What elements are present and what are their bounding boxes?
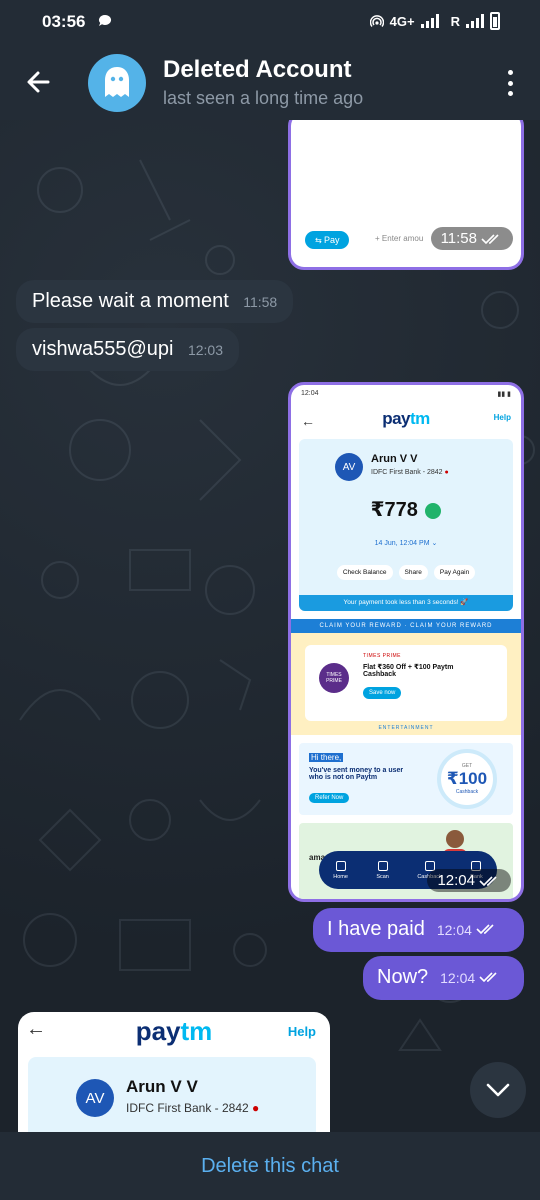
status-bar: 03:56 4G+ R: [0, 0, 540, 44]
screenshot-back-icon: ←: [301, 413, 315, 429]
offer-text: Flat ₹360 Off + ₹100 Paytm Cashback: [363, 664, 454, 678]
check-balance-chip: Check Balance: [336, 565, 393, 580]
more-options-icon[interactable]: [506, 70, 514, 96]
image-timestamp-2: 12:04: [427, 869, 511, 892]
message-time: 12:03: [187, 342, 223, 358]
message-time: 12:04: [440, 970, 476, 986]
image-message-3[interactable]: ← paytm Help AV Arun V V IDFC First Bank…: [18, 1012, 330, 1132]
chat-footer: Delete this chat: [0, 1132, 540, 1200]
pay-chip: ⇆ Pay: [305, 231, 350, 249]
message-text: Now?: [377, 966, 429, 988]
delete-chat-button[interactable]: Delete this chat: [201, 1155, 339, 1178]
message-text: vishwa555@upi: [32, 338, 174, 360]
message-outgoing-1[interactable]: I have paid 12:04: [313, 908, 524, 952]
contact-avatar[interactable]: [88, 54, 146, 112]
entertainment-label: ENTERTAINMENT: [378, 725, 434, 731]
screenshot-help: Help: [493, 413, 511, 422]
chevron-down-icon: [486, 1083, 510, 1097]
chat-area[interactable]: ⇆ Pay + Enter amou 11:58 Please wait a m…: [0, 120, 540, 1132]
message-text: I have paid: [327, 918, 425, 940]
contact-name[interactable]: Deleted Account: [163, 56, 351, 84]
times-prime-logo: TIMES PRIME: [319, 663, 349, 693]
image-message-2[interactable]: 12:04 ▮▮ ▮ ← paytm Help AV Arun V V IDFC …: [288, 382, 524, 902]
double-check-icon: [479, 875, 497, 886]
double-check-icon: [476, 924, 494, 935]
signal-2-icon: [466, 14, 484, 28]
pay-again-chip: Pay Again: [433, 565, 476, 580]
screenshot-status-bar: 12:04 ▮▮ ▮: [301, 390, 511, 398]
payee-bank: IDFC First Bank - 2842 ●: [126, 1101, 260, 1115]
ghost-icon: [105, 67, 129, 97]
save-now-chip: Save now: [363, 687, 402, 699]
network-label: 4G+: [389, 13, 415, 29]
refer-banner: Hi there, You've sent money to a user wh…: [299, 743, 513, 815]
offer-card: TIMES PRIME TIMES PRIME Flat ₹360 Off + …: [305, 645, 507, 721]
message-incoming-1[interactable]: Please wait a moment 11:58: [16, 280, 294, 323]
success-check-icon: [425, 502, 442, 519]
payment-card: AV Arun V V IDFC First Bank - 2842 ●: [28, 1057, 316, 1132]
message-outgoing-2[interactable]: Now? 12:04: [363, 956, 524, 1000]
message-text: Please wait a moment: [32, 290, 229, 312]
payee-avatar: AV: [335, 453, 363, 481]
payment-speed-banner: Your payment took less than 3 seconds! 🚀: [299, 595, 513, 611]
status-icons: 4G+ R: [369, 12, 500, 30]
message-time: 12:04: [436, 922, 472, 938]
message-time: 11:58: [243, 294, 278, 310]
status-time: 03:56: [42, 12, 86, 31]
double-check-icon: [481, 233, 499, 244]
chat-notification-icon: [99, 14, 112, 26]
refer-now-chip: Refer Now: [309, 793, 350, 803]
paytm-logo: paytm: [382, 409, 430, 428]
last-seen-status: last seen a long time ago: [163, 88, 364, 108]
image-message-1[interactable]: ⇆ Pay + Enter amou 11:58: [288, 120, 524, 270]
hotspot-icon: [369, 15, 384, 27]
scroll-down-button[interactable]: [470, 1062, 526, 1118]
paytm-logo: paytm: [135, 1016, 213, 1046]
cashback-badge: GET ₹100 Cashback: [437, 749, 497, 809]
chat-header: Deleted Account last seen a long time ag…: [0, 44, 540, 120]
screenshot-back-icon: ←: [26, 1018, 46, 1040]
payee-avatar: AV: [76, 1079, 114, 1117]
offer-title: TIMES PRIME: [363, 653, 402, 659]
refer-greeting: Hi there,: [309, 753, 344, 762]
message-incoming-2[interactable]: vishwa555@upi 12:03: [16, 328, 239, 371]
payment-card: AV Arun V V IDFC First Bank - 2842 ● ₹77…: [299, 439, 513, 611]
double-check-icon: [479, 972, 497, 983]
claim-reward-banner: CLAIM YOUR REWARD · CLAIM YOUR REWARD: [291, 619, 521, 633]
enter-amount-chip: + Enter amou: [375, 234, 424, 243]
battery-icon: [490, 12, 500, 30]
roaming-label: R: [450, 13, 460, 29]
offer-section: TIMES PRIME TIMES PRIME Flat ₹360 Off + …: [291, 633, 521, 735]
signal-icon: [420, 14, 439, 28]
screenshot-help: Help: [287, 1024, 316, 1039]
payee-name: Arun V V: [371, 453, 418, 465]
payment-amount: ₹778: [299, 497, 513, 522]
payment-actions: Check Balance Share Pay Again: [299, 565, 513, 580]
paytm-screenshot: 12:04 ▮▮ ▮ ← paytm Help AV Arun V V IDFC …: [291, 385, 521, 899]
image-timestamp-1: 11:58: [430, 227, 513, 250]
payment-date: 14 Jun, 12:04 PM ⌄: [374, 540, 438, 547]
payee-bank: IDFC First Bank - 2842 ●: [371, 469, 449, 476]
payee-name: Arun V V: [126, 1077, 198, 1096]
share-chip: Share: [398, 565, 428, 580]
refer-message: You've sent money to a user who is not o…: [309, 767, 404, 781]
screenshot-nav: ← paytm Help: [291, 403, 521, 439]
back-arrow-icon[interactable]: [22, 66, 54, 98]
